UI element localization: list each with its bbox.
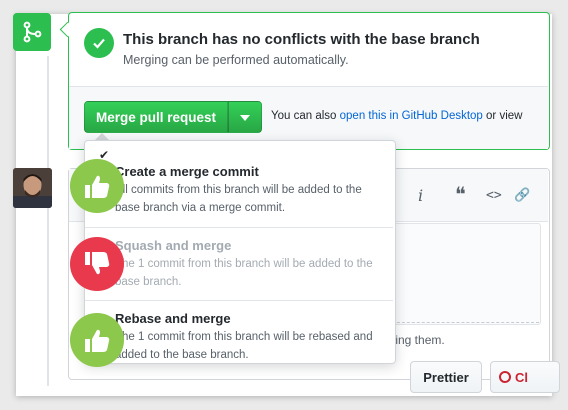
merge-option-rebase-and-merge[interactable]: Rebase and merge The 1 commit from this … <box>85 300 393 373</box>
close-pull-request-button[interactable]: Cl <box>490 361 560 393</box>
link-icon[interactable]: 🔗 <box>514 187 530 203</box>
merge-option-squash-and-merge: Squash and merge The 1 commit from this … <box>85 227 393 300</box>
close-button-label: Cl <box>515 369 528 385</box>
git-merge-icon <box>13 13 51 51</box>
thumbs-up-icon <box>70 159 124 213</box>
close-circle-icon <box>499 371 511 383</box>
merge-option-title: Rebase and merge <box>115 311 231 326</box>
dropdown-pointer <box>95 133 109 140</box>
merge-pull-request-button[interactable]: Merge pull request <box>84 101 228 133</box>
also-suffix: or view <box>482 110 523 122</box>
thumbs-up-icon <box>70 313 124 367</box>
quote-icon[interactable]: ❝ <box>455 182 466 206</box>
merge-option-description: The 1 commit from this branch will be ad… <box>115 258 373 288</box>
attach-divider <box>377 322 539 323</box>
prettier-button[interactable]: Prettier <box>410 361 482 393</box>
avatar <box>13 168 52 208</box>
caret-down-icon <box>240 108 250 126</box>
italic-icon[interactable]: i <box>418 186 423 205</box>
comment-textarea[interactable] <box>377 223 541 325</box>
thumbs-down-icon <box>70 237 124 291</box>
merge-method-dropdown-button[interactable] <box>228 101 262 133</box>
code-icon[interactable]: <> <box>486 188 502 203</box>
merge-status-title: This branch has no conflicts with the ba… <box>123 31 480 48</box>
merge-option-title: Create a merge commit <box>115 164 259 179</box>
merge-option-create-merge-commit[interactable]: Create a merge commit All commits from t… <box>85 154 393 227</box>
merge-option-description: The 1 commit from this branch will be re… <box>115 331 373 361</box>
merge-option-description: All commits from this branch will be add… <box>115 184 362 214</box>
also-prefix: You can also <box>271 110 340 122</box>
open-in-desktop-text: You can also open this in GitHub Desktop… <box>271 110 522 122</box>
check-circle-icon <box>84 28 114 58</box>
open-in-github-desktop-link[interactable]: open this in GitHub Desktop <box>340 110 483 122</box>
merge-option-title: Squash and merge <box>115 238 232 253</box>
attach-hint-text: ting them. <box>392 333 445 347</box>
timeline-line <box>47 56 49 386</box>
merge-status-subtitle: Merging can be performed automatically. <box>123 53 349 67</box>
